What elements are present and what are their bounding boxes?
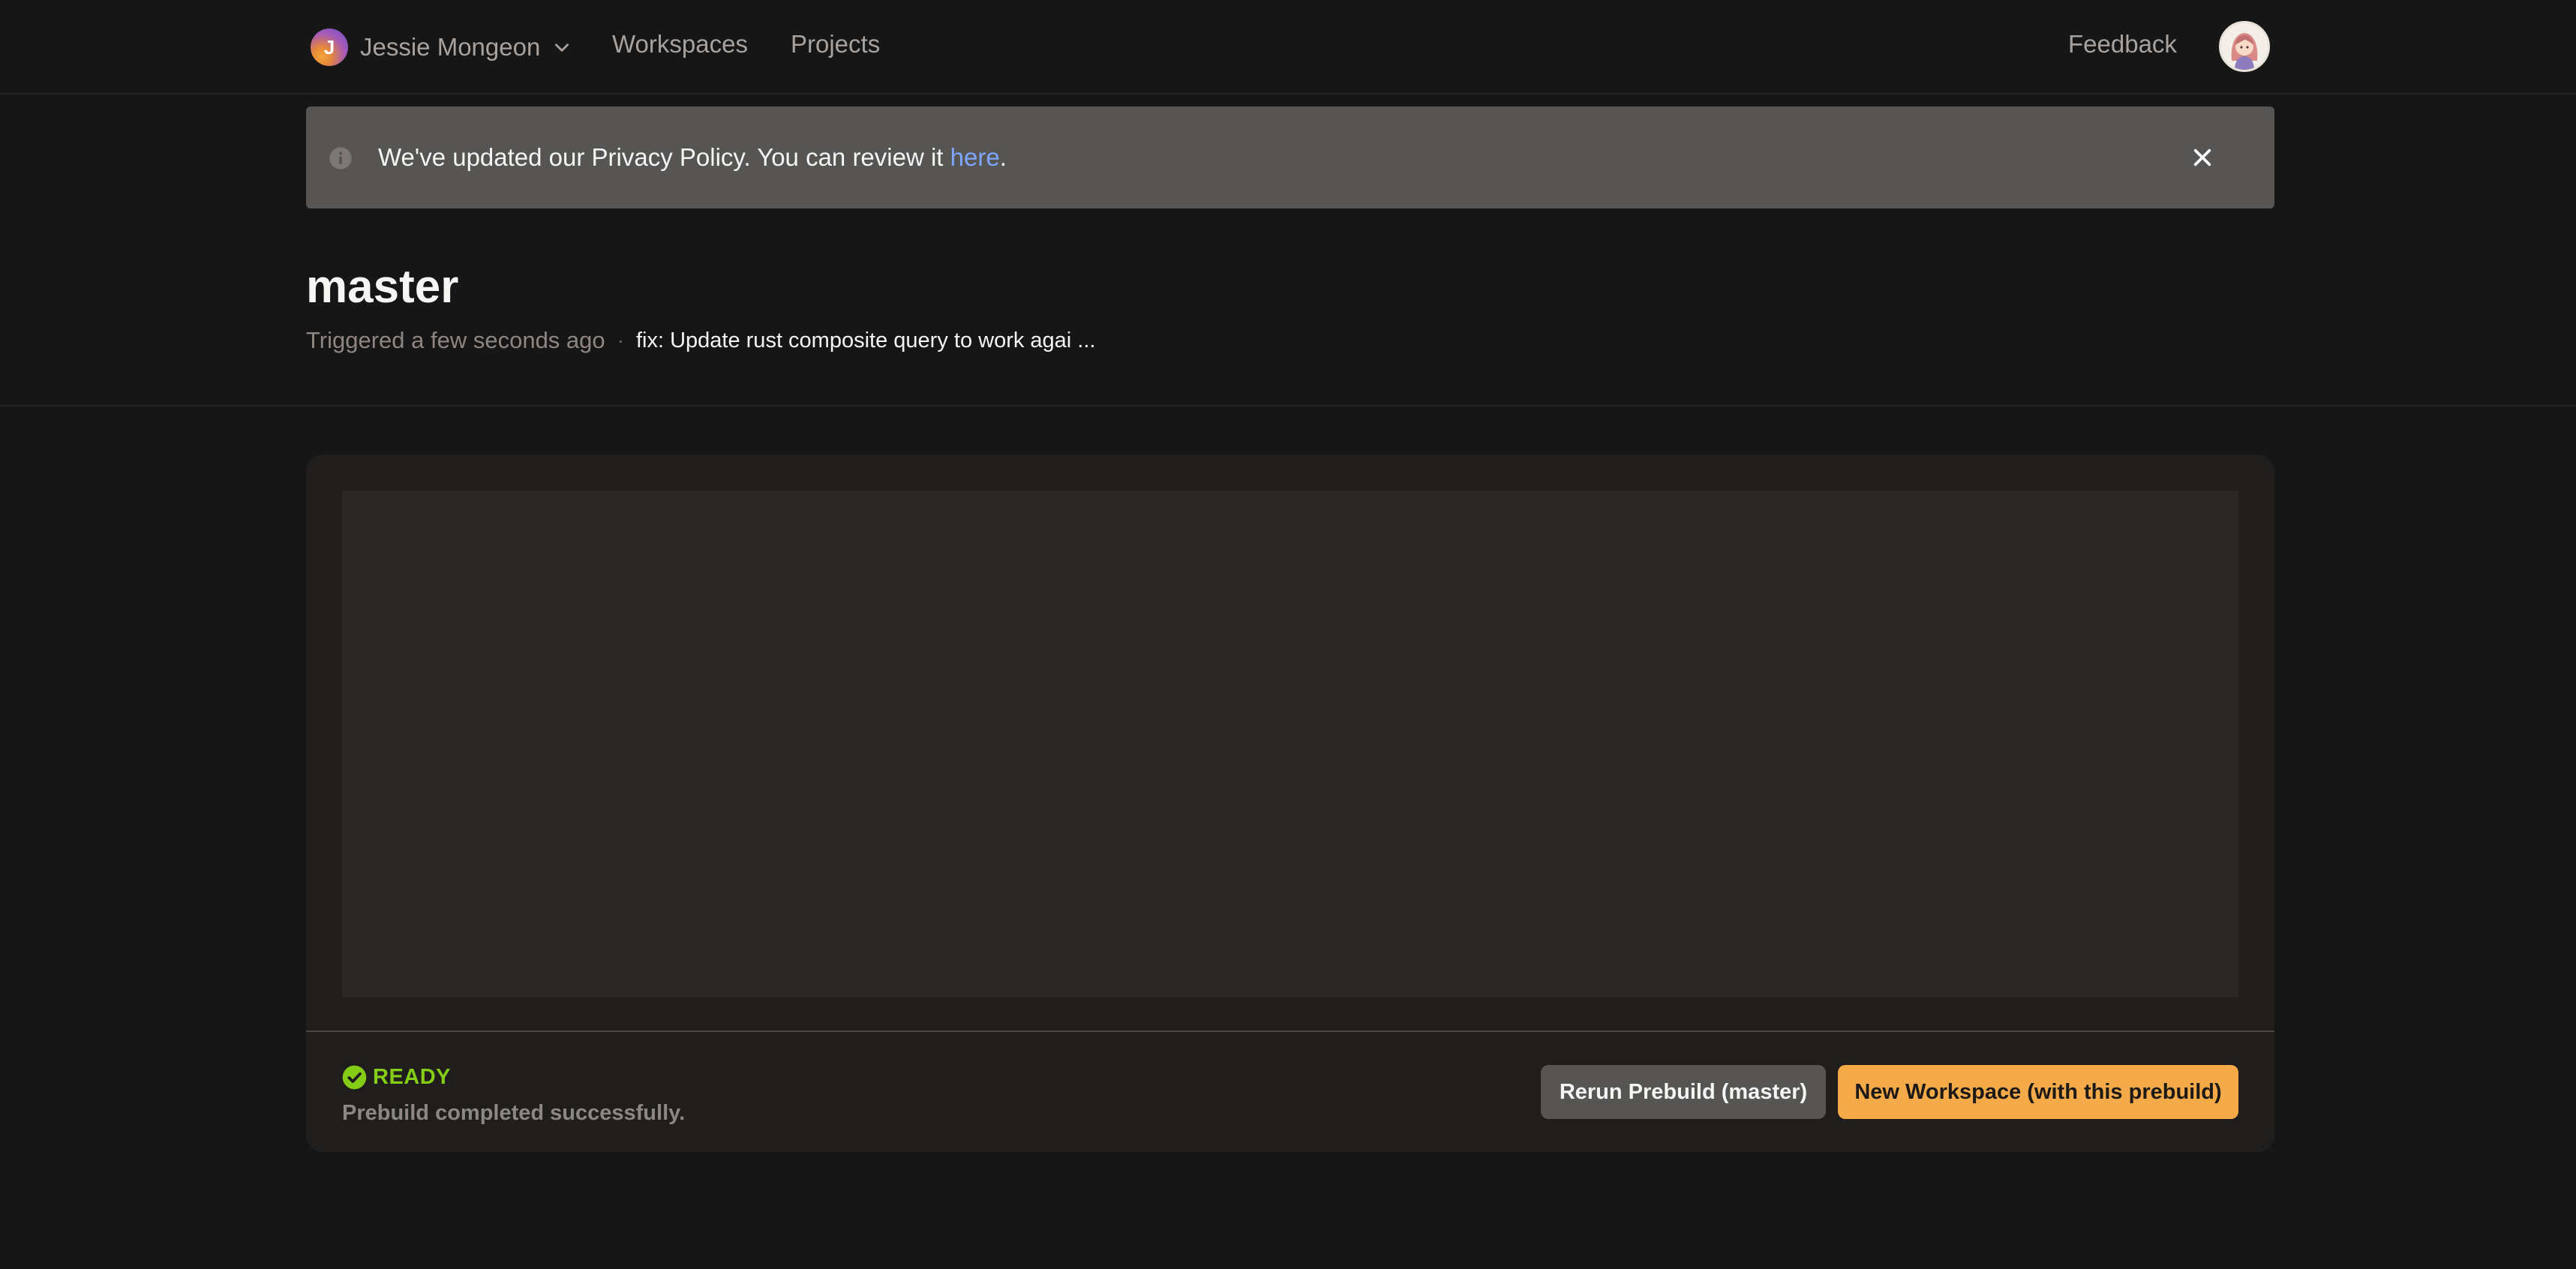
privacy-policy-link[interactable]: here — [950, 143, 1000, 171]
prebuild-footer: READY Prebuild completed successfully. R… — [306, 1030, 2274, 1152]
nav-workspaces-link[interactable]: Workspaces — [612, 30, 748, 58]
banner-message: We've updated our Privacy Policy. You ca… — [378, 143, 1007, 172]
privacy-banner: We've updated our Privacy Policy. You ca… — [306, 106, 2274, 208]
user-avatar-image — [2221, 23, 2268, 70]
triggered-time: Triggered a few seconds ago — [306, 327, 605, 353]
nav-feedback-link[interactable]: Feedback — [2068, 30, 2177, 58]
prebuild-status: READY — [342, 1065, 451, 1090]
banner-text-before: We've updated our Privacy Policy. You ca… — [378, 143, 950, 171]
info-icon — [329, 147, 352, 170]
check-circle-icon — [342, 1065, 367, 1090]
user-avatar[interactable] — [2219, 21, 2270, 72]
nav-projects-link[interactable]: Projects — [791, 30, 880, 58]
org-switcher[interactable]: J Jessie Mongeon — [311, 28, 572, 66]
status-description: Prebuild completed successfully. — [342, 1101, 686, 1125]
top-nav: J Jessie Mongeon Workspaces Projects Fee… — [0, 0, 2576, 94]
rerun-prebuild-button[interactable]: Rerun Prebuild (master) — [1541, 1065, 1826, 1119]
banner-close-button[interactable] — [2184, 140, 2220, 176]
banner-text-after: . — [999, 143, 1007, 171]
chevron-down-icon — [555, 44, 569, 52]
prebuild-subtitle: Triggered a few seconds ago · fix: Updat… — [306, 327, 1095, 354]
header-divider — [0, 405, 2576, 406]
new-workspace-button[interactable]: New Workspace (with this prebuild) — [1838, 1065, 2238, 1119]
commit-message[interactable]: fix: Update rust composite query to work… — [636, 328, 1096, 353]
org-name: Jessie Mongeon — [360, 33, 541, 61]
prebuild-log-output[interactable] — [342, 490, 2238, 998]
page-title: master — [306, 261, 459, 313]
org-avatar: J — [311, 28, 348, 66]
status-badge: READY — [373, 1065, 452, 1089]
separator-dot: · — [617, 328, 624, 352]
prebuild-card: READY Prebuild completed successfully. R… — [306, 454, 2274, 1152]
close-icon — [2193, 148, 2211, 166]
